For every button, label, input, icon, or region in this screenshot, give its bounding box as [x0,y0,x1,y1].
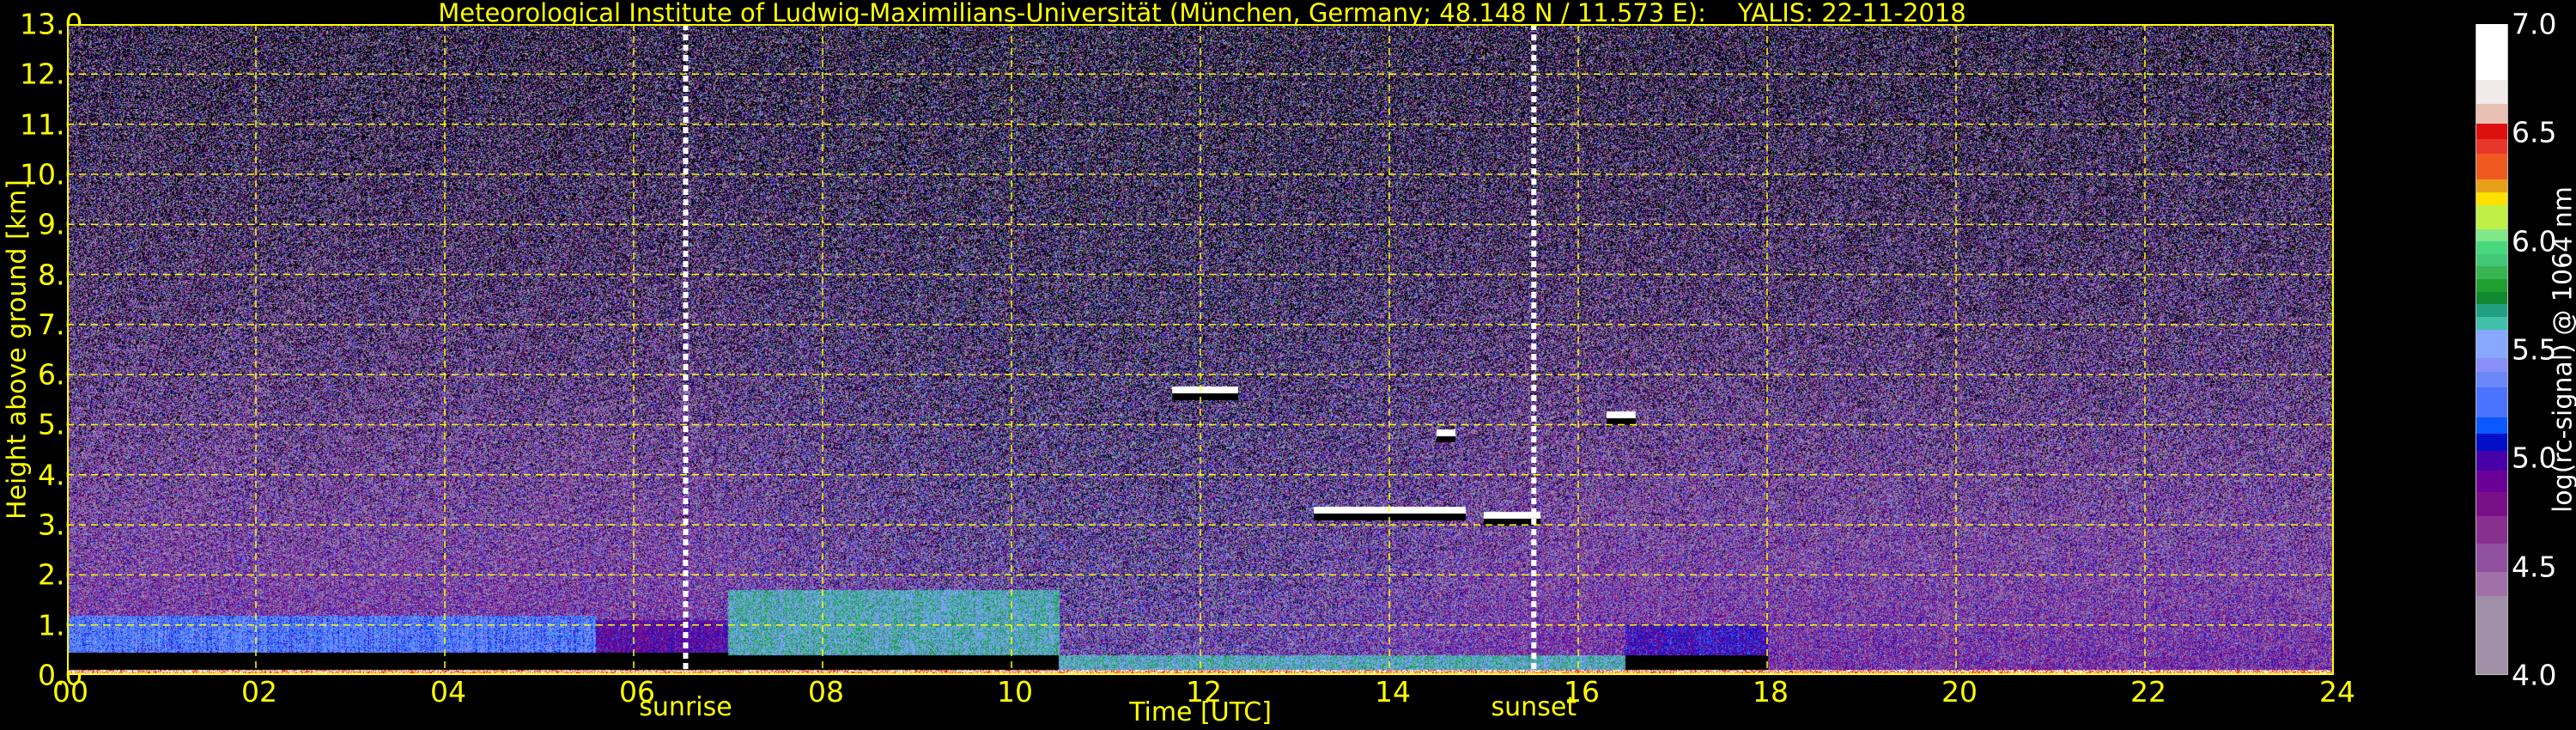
x-tick-label: 14 [1375,675,1411,709]
colorbar-segment [2476,204,2507,229]
colorbar [2476,23,2508,675]
colorbar-segment [2476,23,2507,80]
x-tick-label: 08 [808,675,844,709]
x-tick-label: 04 [430,675,466,709]
colorbar-tick-label: 6.5 [2512,115,2557,149]
colorbar-segment [2476,432,2507,452]
colorbar-segment [2476,416,2507,435]
colorbar-segment [2476,290,2507,305]
x-tick-label: 22 [2130,675,2166,709]
colorbar-segment [2476,122,2507,140]
colorbar-segment [2476,228,2507,241]
colorbar-segment [2476,356,2507,373]
colorbar-segment [2476,570,2507,597]
colorbar-segment [2476,152,2507,180]
colorbar-segment [2476,191,2507,205]
sunset-label: sunset [1491,692,1577,722]
colorbar-segment [2476,386,2507,417]
colorbar-segment [2476,240,2507,254]
colorbar-segment [2476,449,2507,471]
colorbar-segment [2476,328,2507,359]
colorbar-segment [2476,514,2507,544]
colorbar-segment [2476,78,2507,104]
colorbar-tick-label: 7.0 [2512,7,2557,41]
colorbar-segment [2476,137,2507,155]
x-tick-label: 20 [1941,675,1978,709]
x-tick-label: 18 [1753,675,1789,709]
colorbar-segment [2476,370,2507,387]
colorbar-segment [2476,315,2507,330]
colorbar-segment [2476,302,2507,317]
y-axis-label: Height above ground [km] [2,179,33,520]
grid-overlay [67,24,2334,675]
plot-area [67,24,2334,675]
colorbar-label: log(rc-signal) @ 1064 nm [2548,186,2576,514]
x-tick-label: 10 [997,675,1033,709]
colorbar-segment [2476,252,2507,267]
colorbar-segment [2476,594,2507,674]
x-axis-label: Time [UTC] [1129,697,1272,727]
colorbar-segment [2476,542,2507,573]
colorbar-segment [2476,265,2507,280]
colorbar-segment [2476,277,2507,292]
x-tick-label: 02 [241,675,277,709]
colorbar-segment [2476,178,2507,192]
x-tick-label: 24 [2319,675,2355,709]
colorbar-segment [2476,102,2507,125]
colorbar-tick-label: 4.5 [2512,550,2557,584]
colorbar-segment [2476,469,2507,493]
colorbar-segment [2476,490,2507,517]
colorbar-tick-label: 4.0 [2512,658,2557,692]
sunrise-label: sunrise [639,692,732,722]
